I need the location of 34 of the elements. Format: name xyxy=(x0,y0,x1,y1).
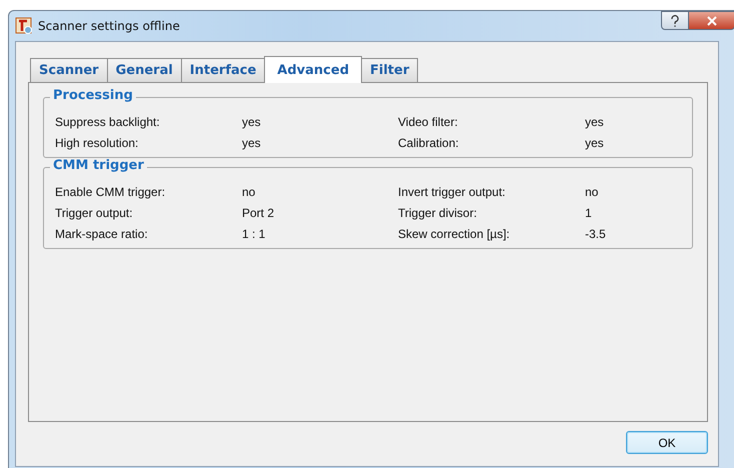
tab[interactable]: Filter xyxy=(361,58,418,82)
tab[interactable]: General xyxy=(106,58,182,82)
field-label: Skew correction [µs]: xyxy=(398,226,511,240)
field-value: Port 2 xyxy=(242,206,276,220)
field-label: High resolution: xyxy=(55,136,140,150)
field-label: Calibration: xyxy=(398,136,460,150)
tab[interactable]: Advanced xyxy=(264,56,362,83)
field-value: yes xyxy=(242,136,262,150)
field-label: Invert trigger output: xyxy=(398,184,506,198)
close-button[interactable] xyxy=(689,11,734,30)
group-title: Processing xyxy=(50,88,136,103)
ok-button[interactable]: OK xyxy=(626,431,708,454)
help-icon xyxy=(670,14,680,26)
field-value: no xyxy=(585,184,600,198)
field-label: Video filter: xyxy=(398,114,459,128)
field-value: 1 xyxy=(585,206,593,220)
tab[interactable]: Scanner xyxy=(30,58,108,82)
field-label: Trigger output: xyxy=(55,206,134,220)
help-button[interactable] xyxy=(661,11,689,30)
field-value: 1 : 1 xyxy=(242,226,266,240)
field-value: yes xyxy=(242,114,262,128)
field-label: Suppress backlight: xyxy=(55,114,161,128)
field-value: -3.5 xyxy=(585,226,607,240)
close-icon xyxy=(706,16,718,26)
app-icon xyxy=(15,17,33,35)
field-label: Trigger divisor: xyxy=(398,206,478,220)
field-value: no xyxy=(242,184,256,198)
window-title: Scanner settings offline xyxy=(38,19,180,33)
field-value: yes xyxy=(585,114,605,128)
field-value: yes xyxy=(585,136,605,150)
field-label: Mark-space ratio: xyxy=(55,226,149,240)
group-title: CMM trigger xyxy=(50,158,147,173)
field-label: Enable CMM trigger: xyxy=(55,184,166,198)
tab[interactable]: Interface xyxy=(180,58,266,82)
